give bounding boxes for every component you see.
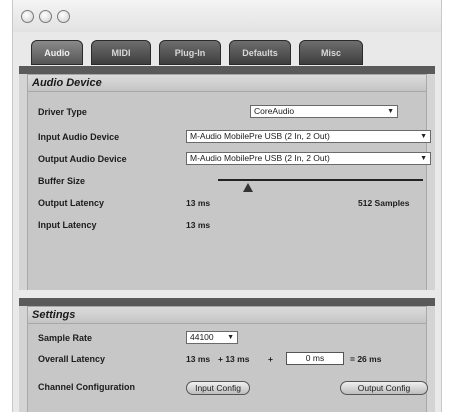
tab-midi[interactable]: MIDI	[91, 40, 151, 65]
output-config-button[interactable]: Output Config	[340, 381, 428, 395]
output-latency-value: 13 ms	[186, 198, 211, 208]
panel-top-strip	[19, 66, 435, 74]
buffer-size-label: Buffer Size	[38, 176, 86, 186]
minimize-window-button[interactable]	[39, 10, 52, 23]
output-audio-device-label: Output Audio Device	[38, 154, 127, 164]
driver-type-value: CoreAudio	[254, 106, 295, 116]
panel-bottom-strip	[19, 298, 435, 306]
input-config-button[interactable]: Input Config	[186, 381, 250, 395]
chevron-down-icon: ▼	[227, 334, 234, 341]
settings-panel: Settings Sample Rate 44100 ▼ Overall Lat…	[19, 298, 435, 412]
settings-header: Settings	[27, 306, 427, 324]
buffer-size-slider[interactable]	[218, 179, 423, 181]
overall-latency-label: Overall Latency	[38, 354, 106, 364]
input-audio-device-dropdown[interactable]: M-Audio MobilePre USB (2 In, 2 Out) ▼	[186, 130, 431, 143]
input-latency-label: Input Latency	[38, 220, 97, 230]
sample-rate-dropdown[interactable]: 44100 ▼	[186, 331, 238, 344]
audio-device-body: Driver Type CoreAudio ▼ Input Audio Devi…	[27, 92, 431, 290]
sample-rate-label: Sample Rate	[38, 333, 93, 343]
latency-part-2: + 13 ms	[218, 354, 250, 364]
close-window-button[interactable]	[21, 10, 34, 23]
tab-plug-in[interactable]: Plug-In	[159, 40, 221, 65]
output-audio-device-value: M-Audio MobilePre USB (2 In, 2 Out)	[190, 153, 330, 163]
latency-part-1: 13 ms	[186, 354, 211, 364]
sample-rate-value: 44100	[190, 332, 214, 342]
title-bar	[13, 0, 441, 32]
latency-plus: +	[268, 354, 273, 364]
audio-device-panel: Audio Device Driver Type CoreAudio ▼ Inp…	[19, 66, 435, 290]
audio-device-header: Audio Device	[27, 74, 427, 92]
input-audio-device-value: M-Audio MobilePre USB (2 In, 2 Out)	[190, 131, 330, 141]
extra-latency-input[interactable]: 0 ms	[286, 352, 344, 365]
tab-misc[interactable]: Misc	[299, 40, 363, 65]
chevron-down-icon: ▼	[420, 133, 427, 140]
settings-body: Sample Rate 44100 ▼ Overall Latency 13 m…	[27, 324, 428, 412]
latency-total: = 26 ms	[350, 354, 382, 364]
tab-defaults[interactable]: Defaults	[229, 40, 291, 65]
chevron-down-icon: ▼	[420, 155, 427, 162]
channel-configuration-label: Channel Configuration	[38, 382, 135, 392]
driver-type-dropdown[interactable]: CoreAudio ▼	[250, 105, 398, 118]
driver-type-label: Driver Type	[38, 107, 87, 117]
input-audio-device-label: Input Audio Device	[38, 132, 120, 142]
tab-audio[interactable]: Audio	[31, 40, 83, 65]
buffer-size-slider-thumb[interactable]	[243, 183, 253, 192]
zoom-window-button[interactable]	[57, 10, 70, 23]
preferences-window: Audio MIDI Plug-In Defaults Misc Audio D…	[12, 0, 442, 412]
output-audio-device-dropdown[interactable]: M-Audio MobilePre USB (2 In, 2 Out) ▼	[186, 152, 431, 165]
chevron-down-icon: ▼	[387, 108, 394, 115]
output-latency-label: Output Latency	[38, 198, 105, 208]
buffer-size-value: 512 Samples	[358, 198, 410, 208]
input-latency-value: 13 ms	[186, 220, 211, 230]
